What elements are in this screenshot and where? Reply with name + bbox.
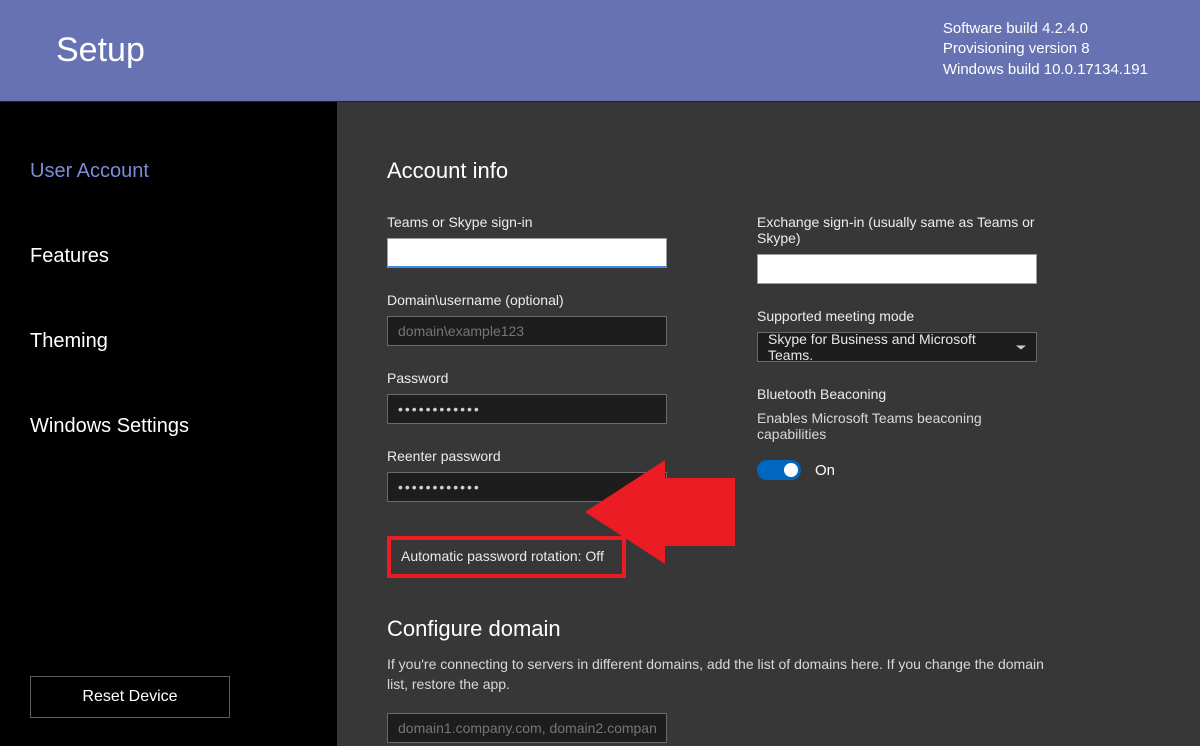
account-info-heading: Account info [387, 158, 1150, 184]
sidebar-item-theming[interactable]: Theming [30, 330, 337, 353]
provisioning-version-text: Provisioning version 8 [943, 39, 1148, 59]
password-rotation-status: Automatic password rotation: Off [401, 548, 604, 564]
account-info-right-column: Exchange sign-in (usually same as Teams … [757, 214, 1037, 578]
meeting-mode-value: Skype for Business and Microsoft Teams. [768, 331, 1016, 363]
domain-username-input[interactable] [387, 316, 667, 346]
sidebar-item-features[interactable]: Features [30, 245, 337, 268]
page-title: Setup [56, 31, 145, 70]
password-input[interactable] [387, 394, 667, 424]
password-label: Password [387, 370, 667, 386]
bluetooth-beaconing-toggle[interactable] [757, 460, 801, 480]
exchange-signin-label: Exchange sign-in (usually same as Teams … [757, 214, 1037, 246]
sidebar-item-user-account[interactable]: User Account [30, 160, 337, 183]
main-content: Account info Teams or Skype sign-in Doma… [337, 102, 1200, 746]
chevron-down-icon [1016, 345, 1026, 349]
exchange-signin-input[interactable] [757, 254, 1037, 284]
version-info: Software build 4.2.4.0 Provisioning vers… [943, 19, 1148, 80]
bluetooth-beaconing-description: Enables Microsoft Teams beaconing capabi… [757, 410, 1037, 442]
configure-domain-heading: Configure domain [387, 616, 1150, 642]
domain-list-input[interactable] [387, 713, 667, 743]
configure-domain-description: If you're connecting to servers in diffe… [387, 654, 1067, 695]
teams-signin-label: Teams or Skype sign-in [387, 214, 667, 230]
bluetooth-beaconing-state: On [815, 462, 835, 479]
meeting-mode-label: Supported meeting mode [757, 308, 1037, 324]
teams-signin-input[interactable] [387, 238, 667, 268]
account-info-left-column: Teams or Skype sign-in Domain\username (… [387, 214, 667, 578]
windows-build-text: Windows build 10.0.17134.191 [943, 60, 1148, 80]
reset-device-label: Reset Device [82, 688, 177, 706]
reenter-password-input[interactable] [387, 472, 667, 502]
bluetooth-beaconing-label: Bluetooth Beaconing [757, 386, 1037, 402]
software-build-text: Software build 4.2.4.0 [943, 19, 1148, 39]
domain-username-label: Domain\username (optional) [387, 292, 667, 308]
header-bar: Setup Software build 4.2.4.0 Provisionin… [0, 0, 1200, 102]
password-rotation-highlight: Automatic password rotation: Off [387, 536, 626, 578]
sidebar: User Account Features Theming Windows Se… [0, 102, 337, 746]
reset-device-button[interactable]: Reset Device [30, 676, 230, 718]
reenter-password-label: Reenter password [387, 448, 667, 464]
meeting-mode-select[interactable]: Skype for Business and Microsoft Teams. [757, 332, 1037, 362]
sidebar-item-windows-settings[interactable]: Windows Settings [30, 415, 337, 438]
